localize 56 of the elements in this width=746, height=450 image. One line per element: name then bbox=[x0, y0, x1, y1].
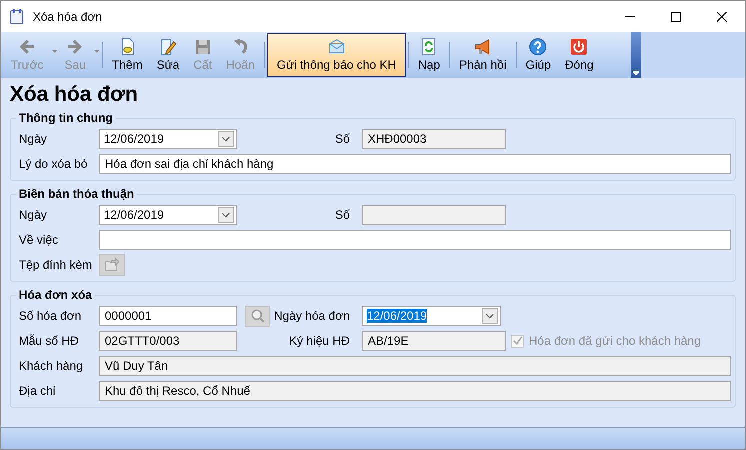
chevron-down-icon bbox=[222, 212, 230, 218]
pencil-icon bbox=[159, 38, 178, 56]
power-icon bbox=[570, 38, 588, 56]
toolbar-button[interactable]: Thêm bbox=[105, 32, 150, 78]
field-label: Ngày bbox=[19, 207, 48, 224]
field-label: Hóa đơn đã gửi cho khách hàng bbox=[529, 333, 702, 350]
right-arrow-icon bbox=[66, 38, 84, 56]
app-icon bbox=[10, 8, 24, 24]
date-picker[interactable]: 12/06/2019 bbox=[99, 205, 237, 225]
overflow-arrow-icon bbox=[633, 70, 639, 75]
field-label: Ký hiệu HĐ bbox=[288, 333, 351, 350]
chevron-down-icon bbox=[222, 136, 230, 142]
toolbar-button[interactable]: Nạp bbox=[411, 32, 448, 78]
field-label: Số bbox=[334, 131, 351, 148]
field-label: Tệp đính kèm bbox=[19, 257, 94, 274]
text-field[interactable]: 0000001 bbox=[99, 306, 237, 326]
field-label: Địa chỉ bbox=[19, 383, 57, 400]
toolbar-button[interactable]: Giúp bbox=[518, 32, 558, 78]
chevron-down-icon bbox=[486, 314, 494, 318]
field-label: Ngày bbox=[19, 131, 48, 148]
section-title: Hóa đơn xóa bbox=[16, 288, 96, 302]
toolbar-overflow-button[interactable] bbox=[631, 32, 641, 78]
dropdown-button[interactable] bbox=[218, 207, 234, 223]
toolbar-button[interactable]: Đóng bbox=[558, 32, 601, 78]
text-field[interactable] bbox=[99, 230, 731, 250]
page-heading: Xóa hóa đơn bbox=[10, 83, 140, 107]
dropdown-button[interactable] bbox=[482, 308, 498, 324]
search-icon bbox=[250, 309, 264, 323]
attachment-icon bbox=[105, 258, 119, 272]
window-title: Xóa hóa đơn bbox=[33, 8, 102, 26]
help-icon bbox=[529, 38, 548, 56]
field-label: Mẫu số HĐ bbox=[19, 333, 80, 350]
attach-button[interactable] bbox=[99, 254, 125, 276]
maximize-icon bbox=[671, 12, 681, 22]
field-label: Khách hàng bbox=[19, 358, 84, 375]
refresh-icon bbox=[420, 38, 438, 56]
toolbar-button[interactable]: Phản hồi bbox=[452, 32, 514, 78]
field-label: Ngày hóa đơn bbox=[273, 308, 351, 325]
megaphone-icon bbox=[474, 38, 492, 56]
field-label: Về việc bbox=[19, 232, 60, 249]
envelope-icon bbox=[328, 38, 346, 56]
section-title: Biên bản thỏa thuận bbox=[16, 187, 138, 201]
text-field[interactable]: Hóa đơn sai địa chỉ khách hàng bbox=[99, 154, 731, 174]
left-arrow-icon bbox=[18, 38, 36, 56]
section-title: Thông tin chung bbox=[16, 111, 116, 125]
toolbar-button[interactable]: Gửi thông báo cho KH bbox=[266, 33, 406, 77]
date-picker[interactable]: 12/06/2019 bbox=[362, 306, 501, 326]
field-label: Lý do xóa bỏ bbox=[19, 156, 89, 173]
search-button[interactable] bbox=[245, 306, 270, 326]
dropdown-button[interactable] bbox=[218, 131, 234, 147]
toolbar-button[interactable]: Sửa bbox=[150, 32, 187, 78]
undo-icon bbox=[232, 38, 250, 56]
field-label: Số bbox=[334, 207, 351, 224]
date-picker[interactable]: 12/06/2019 bbox=[99, 129, 237, 149]
close-icon bbox=[717, 12, 727, 22]
field-label: Số hóa đơn bbox=[19, 308, 83, 325]
